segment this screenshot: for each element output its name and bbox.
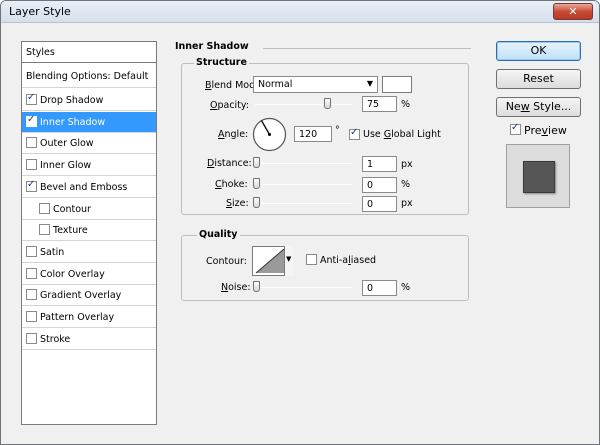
- style-item-color-overlay[interactable]: Color Overlay: [22, 264, 156, 285]
- style-item-drop-shadow[interactable]: Drop Shadow: [22, 90, 156, 111]
- angle-dial[interactable]: [252, 117, 287, 152]
- use-global-light-checkbox[interactable]: [349, 127, 360, 140]
- style-item-checkbox[interactable]: [26, 267, 37, 279]
- style-item-checkbox[interactable]: [26, 137, 37, 149]
- choke-slider-thumb[interactable]: [253, 178, 260, 189]
- style-item-checkbox[interactable]: [39, 202, 50, 214]
- contour-picker[interactable]: ▼: [252, 246, 293, 276]
- style-item-checkbox[interactable]: [26, 311, 37, 322]
- quality-title: Quality: [197, 229, 240, 240]
- angle-label: Angle:: [218, 129, 249, 140]
- noise-input[interactable]: 0: [362, 280, 397, 296]
- size-slider-thumb[interactable]: [253, 197, 260, 208]
- style-item-label: Bevel and Emboss: [40, 181, 128, 193]
- angle-input[interactable]: 120: [294, 126, 332, 142]
- style-item-label: Outer Glow: [40, 138, 94, 150]
- size-slider-track[interactable]: [255, 203, 352, 204]
- dropdown-arrow-icon: ▼: [286, 255, 292, 263]
- style-item-inner-glow[interactable]: Inner Glow: [22, 155, 156, 177]
- style-item-label: Satin: [40, 246, 65, 258]
- angle-unit: °: [335, 125, 340, 136]
- style-item-satin[interactable]: Satin: [22, 242, 156, 263]
- distance-unit: px: [401, 159, 413, 170]
- noise-unit: %: [401, 282, 411, 293]
- contour-dropdown[interactable]: ▼: [284, 246, 293, 276]
- choke-unit: %: [401, 179, 411, 190]
- opacity-slider-thumb[interactable]: [323, 98, 331, 109]
- style-item-label: Gradient Overlay: [40, 290, 122, 302]
- ok-button[interactable]: OK: [496, 41, 581, 61]
- dropdown-arrow-icon: ▼: [366, 79, 373, 88]
- contour-preview-icon: [255, 248, 285, 274]
- close-button[interactable]: ✕: [553, 3, 593, 20]
- reset-button[interactable]: Reset: [496, 69, 581, 89]
- blend-mode-select[interactable]: Normal ▼: [253, 76, 378, 93]
- preview-checkbox[interactable]: [510, 122, 521, 135]
- anti-aliased-label: Anti-aliased: [320, 255, 377, 266]
- preview-label: Preview: [524, 124, 567, 137]
- style-item-label: Pattern Overlay: [40, 312, 115, 323]
- section-title-inner-shadow: Inner Shadow: [175, 41, 249, 52]
- style-item-checkbox[interactable]: [26, 114, 37, 127]
- noise-slider-track[interactable]: [255, 287, 352, 288]
- style-item-label: Texture: [53, 225, 88, 237]
- noise-slider-thumb[interactable]: [253, 281, 260, 292]
- style-item-label: Inner Shadow: [40, 116, 106, 128]
- window-title: Layer Style: [9, 5, 71, 18]
- style-item-label: Drop Shadow: [40, 95, 104, 106]
- opacity-slider-track[interactable]: [255, 104, 352, 105]
- style-item-outer-glow[interactable]: Outer Glow: [22, 133, 156, 155]
- style-item-label: Inner Glow: [40, 160, 92, 172]
- style-item-label: Stroke: [40, 333, 71, 345]
- styles-list: Styles Blending Options: Default Drop Sh…: [21, 41, 157, 425]
- new-style-button[interactable]: New Style...: [496, 97, 581, 117]
- blend-mode-value: Normal: [258, 79, 293, 90]
- use-global-light-label: Use Global Light: [363, 129, 441, 140]
- blending-options-item[interactable]: Blending Options: Default: [22, 66, 156, 88]
- choke-input[interactable]: 0: [362, 177, 397, 193]
- style-item-pattern-overlay[interactable]: Pattern Overlay: [22, 307, 156, 328]
- anti-aliased-checkbox[interactable]: [306, 254, 317, 265]
- styles-header-label: Styles: [26, 47, 55, 58]
- title-bar[interactable]: Layer Style ✕: [1, 1, 599, 23]
- style-item-checkbox[interactable]: [26, 245, 37, 257]
- preview-swatch: [523, 161, 555, 193]
- style-item-checkbox[interactable]: [26, 332, 37, 344]
- opacity-input[interactable]: 75: [362, 96, 397, 112]
- shadow-color-swatch[interactable]: [382, 76, 412, 93]
- contour-label: Contour:: [206, 256, 247, 267]
- style-item-inner-shadow[interactable]: Inner Shadow: [22, 111, 156, 133]
- styles-header[interactable]: Styles: [22, 42, 156, 63]
- style-item-checkbox[interactable]: [26, 289, 37, 301]
- distance-slider-thumb[interactable]: [253, 157, 260, 168]
- section-divider: [263, 48, 471, 49]
- distance-input[interactable]: 1: [362, 156, 397, 172]
- style-item-checkbox[interactable]: [39, 224, 50, 236]
- choke-label: Choke:: [215, 179, 248, 190]
- distance-label: Distance:: [207, 158, 252, 169]
- style-item-label: Contour: [53, 203, 91, 215]
- style-item-stroke[interactable]: Stroke: [22, 329, 156, 350]
- style-item-gradient-overlay[interactable]: Gradient Overlay: [22, 285, 156, 307]
- layer-style-dialog: Layer Style ✕ Styles Blending Options: D…: [0, 0, 600, 445]
- size-input[interactable]: 0: [362, 196, 397, 212]
- structure-title: Structure: [194, 57, 249, 68]
- angle-dial-icon: [252, 117, 287, 152]
- style-item-texture[interactable]: Texture: [22, 220, 156, 242]
- distance-slider-track[interactable]: [255, 163, 352, 164]
- style-item-checkbox[interactable]: [26, 92, 37, 105]
- style-item-checkbox[interactable]: [26, 179, 37, 192]
- opacity-unit: %: [401, 99, 411, 110]
- style-item-checkbox[interactable]: [26, 159, 37, 171]
- preview-thumbnail: [506, 144, 570, 208]
- size-label: Size:: [226, 198, 249, 209]
- size-unit: px: [401, 198, 413, 209]
- style-item-bevel-and-emboss[interactable]: Bevel and Emboss: [22, 177, 156, 198]
- noise-label: Noise:: [221, 282, 251, 293]
- opacity-label: Opacity:: [210, 100, 250, 111]
- style-item-label: Color Overlay: [40, 268, 105, 280]
- blending-options-label: Blending Options: Default: [26, 71, 149, 82]
- choke-slider-track[interactable]: [255, 184, 352, 185]
- style-item-contour[interactable]: Contour: [22, 199, 156, 220]
